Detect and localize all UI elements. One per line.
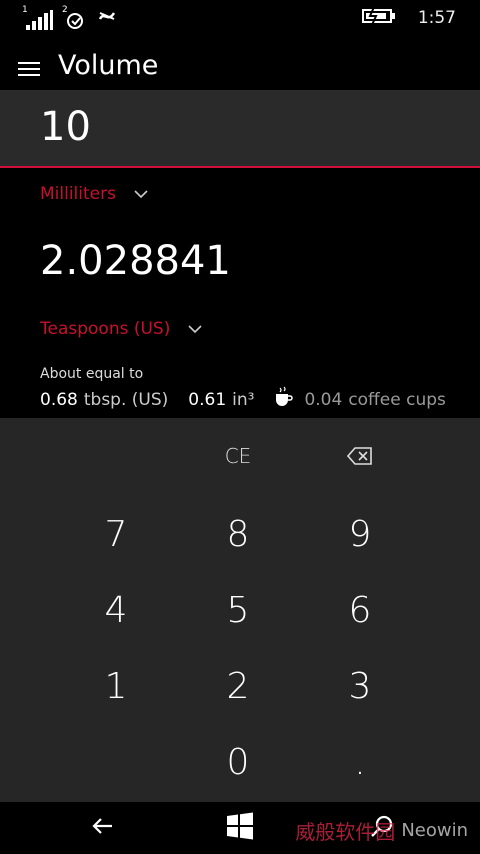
chevron-down-icon xyxy=(134,190,148,199)
watermark-brand: Neowin xyxy=(401,820,468,841)
sync-icon: 2 xyxy=(62,5,86,31)
signal-icon: 1 xyxy=(22,5,54,31)
equivalents-row: 0.68 tbsp. (US) 0.61 in³ 0.04 coffee cup… xyxy=(40,386,466,413)
status-left-icons: 1 2 xyxy=(22,5,118,31)
watermark-text: 威般软件园 xyxy=(295,820,396,844)
key-2[interactable]: 2 xyxy=(178,656,298,716)
navigation-bar: 威般软件园 Neowin xyxy=(0,802,480,854)
clock: 1:57 xyxy=(417,8,456,28)
equiv-unit: coffee cups xyxy=(348,389,446,410)
key-1[interactable]: 1 xyxy=(56,656,176,716)
to-unit-dropdown[interactable]: Teaspoons (US) xyxy=(40,319,202,339)
title-bar: Volume xyxy=(0,44,480,90)
page-title: Volume xyxy=(58,50,159,81)
key-5[interactable]: 5 xyxy=(178,580,298,640)
equiv-value: 0.61 xyxy=(188,389,227,410)
sync-label: 2 xyxy=(62,5,68,15)
input-value: 10 xyxy=(40,104,91,150)
watermark: 威般软件园 Neowin xyxy=(295,816,468,845)
input-field[interactable]: 10 xyxy=(0,90,480,168)
nfc-icon xyxy=(96,5,118,31)
from-unit-dropdown[interactable]: Milliliters xyxy=(40,184,148,204)
backspace-icon xyxy=(347,447,372,465)
key-7[interactable]: 7 xyxy=(56,504,176,564)
key-8[interactable]: 8 xyxy=(178,504,298,564)
key-0[interactable]: 0 xyxy=(178,732,298,792)
signal-sim-label: 1 xyxy=(22,5,28,15)
clear-entry-button[interactable]: CE xyxy=(178,426,298,486)
equiv-unit: in³ xyxy=(232,389,255,410)
about-equal-label: About equal to xyxy=(40,366,144,382)
equiv-unit: tbsp. (US) xyxy=(83,389,169,410)
back-icon[interactable] xyxy=(90,814,114,842)
battery-charging-icon xyxy=(361,6,396,29)
from-unit-label: Milliliters xyxy=(40,184,116,204)
to-unit-label: Teaspoons (US) xyxy=(40,319,171,339)
key-6[interactable]: 6 xyxy=(300,580,420,640)
key-4[interactable]: 4 xyxy=(56,580,176,640)
result-value: 2.028841 xyxy=(40,238,231,284)
decimal-button[interactable]: . xyxy=(300,732,420,792)
keypad: CE 7 8 9 4 5 6 1 2 3 0 . xyxy=(0,418,480,802)
equiv-value: 0.04 xyxy=(304,389,343,410)
status-bar: 1 2 1:57 xyxy=(0,0,480,34)
coffee-cup-icon xyxy=(274,386,294,413)
chevron-down-icon xyxy=(188,325,202,334)
windows-icon[interactable] xyxy=(226,812,254,844)
key-3[interactable]: 3 xyxy=(300,656,420,716)
backspace-button[interactable] xyxy=(300,426,420,486)
equiv-value: 0.68 xyxy=(40,389,78,410)
hamburger-menu-icon[interactable] xyxy=(18,62,40,78)
key-9[interactable]: 9 xyxy=(300,504,420,564)
status-right: 1:57 xyxy=(361,6,456,29)
